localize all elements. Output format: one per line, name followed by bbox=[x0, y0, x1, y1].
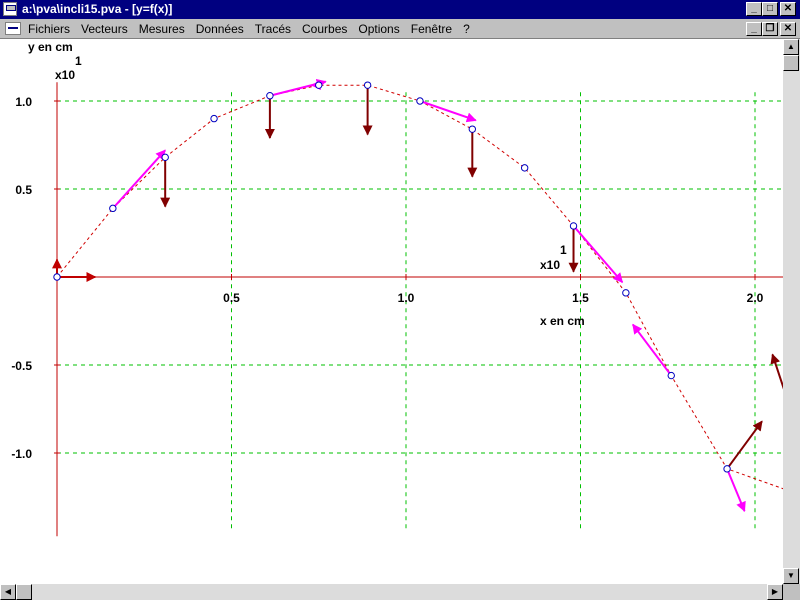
data-point-3 bbox=[210, 114, 218, 123]
data-point-2 bbox=[161, 153, 169, 162]
app-icon[interactable] bbox=[3, 2, 17, 16]
x-multiplier-exponent: 1 bbox=[560, 243, 567, 257]
y-tick-label-1: 0.5 bbox=[15, 183, 32, 197]
scroll-thumb-vertical[interactable] bbox=[783, 55, 799, 71]
trajectory-curve bbox=[56, 84, 800, 496]
scroll-down-button[interactable]: ▼ bbox=[783, 568, 799, 584]
menu-item-6[interactable]: Options bbox=[358, 22, 399, 36]
velocity-vector-7 bbox=[632, 323, 673, 377]
scroll-left-button[interactable]: ◀ bbox=[0, 584, 16, 600]
doc-minimize-button[interactable]: _ bbox=[746, 22, 762, 36]
data-point-10 bbox=[569, 222, 578, 230]
scroll-thumb-horizontal[interactable] bbox=[16, 584, 32, 600]
data-point-12 bbox=[667, 371, 675, 380]
menu-bar: Fichiers Vecteurs Mesures Données Tracés Cour… bbox=[0, 19, 800, 39]
data-point-9 bbox=[520, 164, 529, 172]
x-tick-label-2: 1.5 bbox=[572, 291, 589, 305]
menu-item-1[interactable]: Vecteurs bbox=[81, 22, 128, 36]
data-point-1 bbox=[109, 204, 117, 213]
y-axis-title: y en cm bbox=[28, 40, 73, 54]
data-point-0 bbox=[53, 273, 61, 281]
data-point-13 bbox=[723, 465, 731, 473]
menu-item-5[interactable]: Courbes bbox=[302, 22, 347, 36]
menu-item-3[interactable]: Données bbox=[196, 22, 244, 36]
menu-item-8[interactable]: ? bbox=[463, 22, 470, 36]
plot-area: 0.51.01.52.02.51.00.5-0.5-1.0y en cm1x10… bbox=[0, 39, 800, 584]
document-menu-icon[interactable] bbox=[5, 22, 21, 35]
maximize-button[interactable]: □ bbox=[762, 2, 778, 16]
data-point-6 bbox=[363, 81, 372, 89]
scrollbar-corner bbox=[783, 584, 800, 600]
scroll-up-button[interactable]: ▲ bbox=[783, 39, 799, 55]
x-tick-label-1: 1.0 bbox=[398, 291, 415, 305]
velocity-vector-5 bbox=[419, 100, 477, 123]
data-point-8 bbox=[468, 125, 477, 133]
y-f-x-chart: 0.51.01.52.02.51.00.5-0.5-1.0y en cm1x10… bbox=[11, 40, 800, 537]
x-tick-label-3: 2.0 bbox=[747, 291, 764, 305]
menu-item-7[interactable]: Fenêtre bbox=[411, 22, 452, 36]
y-tick-label-0: 1.0 bbox=[15, 95, 32, 109]
title-bar: a:\pva\incli15.pva - [y=f(x)] _ □ ✕ bbox=[0, 0, 800, 19]
data-point-7 bbox=[416, 97, 424, 105]
data-point-11 bbox=[622, 289, 630, 297]
doc-restore-button[interactable]: ❐ bbox=[762, 22, 778, 36]
scroll-right-button[interactable]: ▶ bbox=[767, 584, 783, 600]
x-multiplier: x10 bbox=[540, 258, 560, 272]
velocity-vector-8 bbox=[726, 468, 746, 513]
force-vector-6 bbox=[770, 353, 800, 441]
x-tick-label-0: 0.5 bbox=[223, 291, 240, 305]
menu-item-2[interactable]: Mesures bbox=[139, 22, 185, 36]
y-multiplier: x10 bbox=[55, 68, 75, 82]
vertical-scrollbar[interactable]: ▲ ▼ bbox=[783, 39, 800, 584]
menu-item-4[interactable]: Tracés bbox=[255, 22, 291, 36]
data-point-5 bbox=[315, 81, 323, 89]
x-axis-title: x en cm bbox=[540, 314, 585, 328]
horizontal-scrollbar[interactable]: ◀ ▶ bbox=[0, 584, 783, 600]
force-vector-5 bbox=[726, 420, 763, 470]
doc-close-button[interactable]: ✕ bbox=[780, 22, 796, 36]
menu-items: Fichiers Vecteurs Mesures Données Tracés Cour… bbox=[28, 22, 481, 36]
velocity-vector-2 bbox=[112, 149, 166, 210]
y-tick-label-2: -0.5 bbox=[11, 359, 32, 373]
window-title: a:\pva\incli15.pva - [y=f(x)] bbox=[22, 2, 173, 16]
minimize-button[interactable]: _ bbox=[746, 2, 762, 16]
menu-item-0[interactable]: Fichiers bbox=[28, 22, 70, 36]
y-multiplier-exponent: 1 bbox=[75, 54, 82, 68]
data-point-4 bbox=[266, 92, 274, 100]
close-button[interactable]: ✕ bbox=[780, 2, 796, 16]
y-tick-label-3: -1.0 bbox=[11, 447, 32, 461]
